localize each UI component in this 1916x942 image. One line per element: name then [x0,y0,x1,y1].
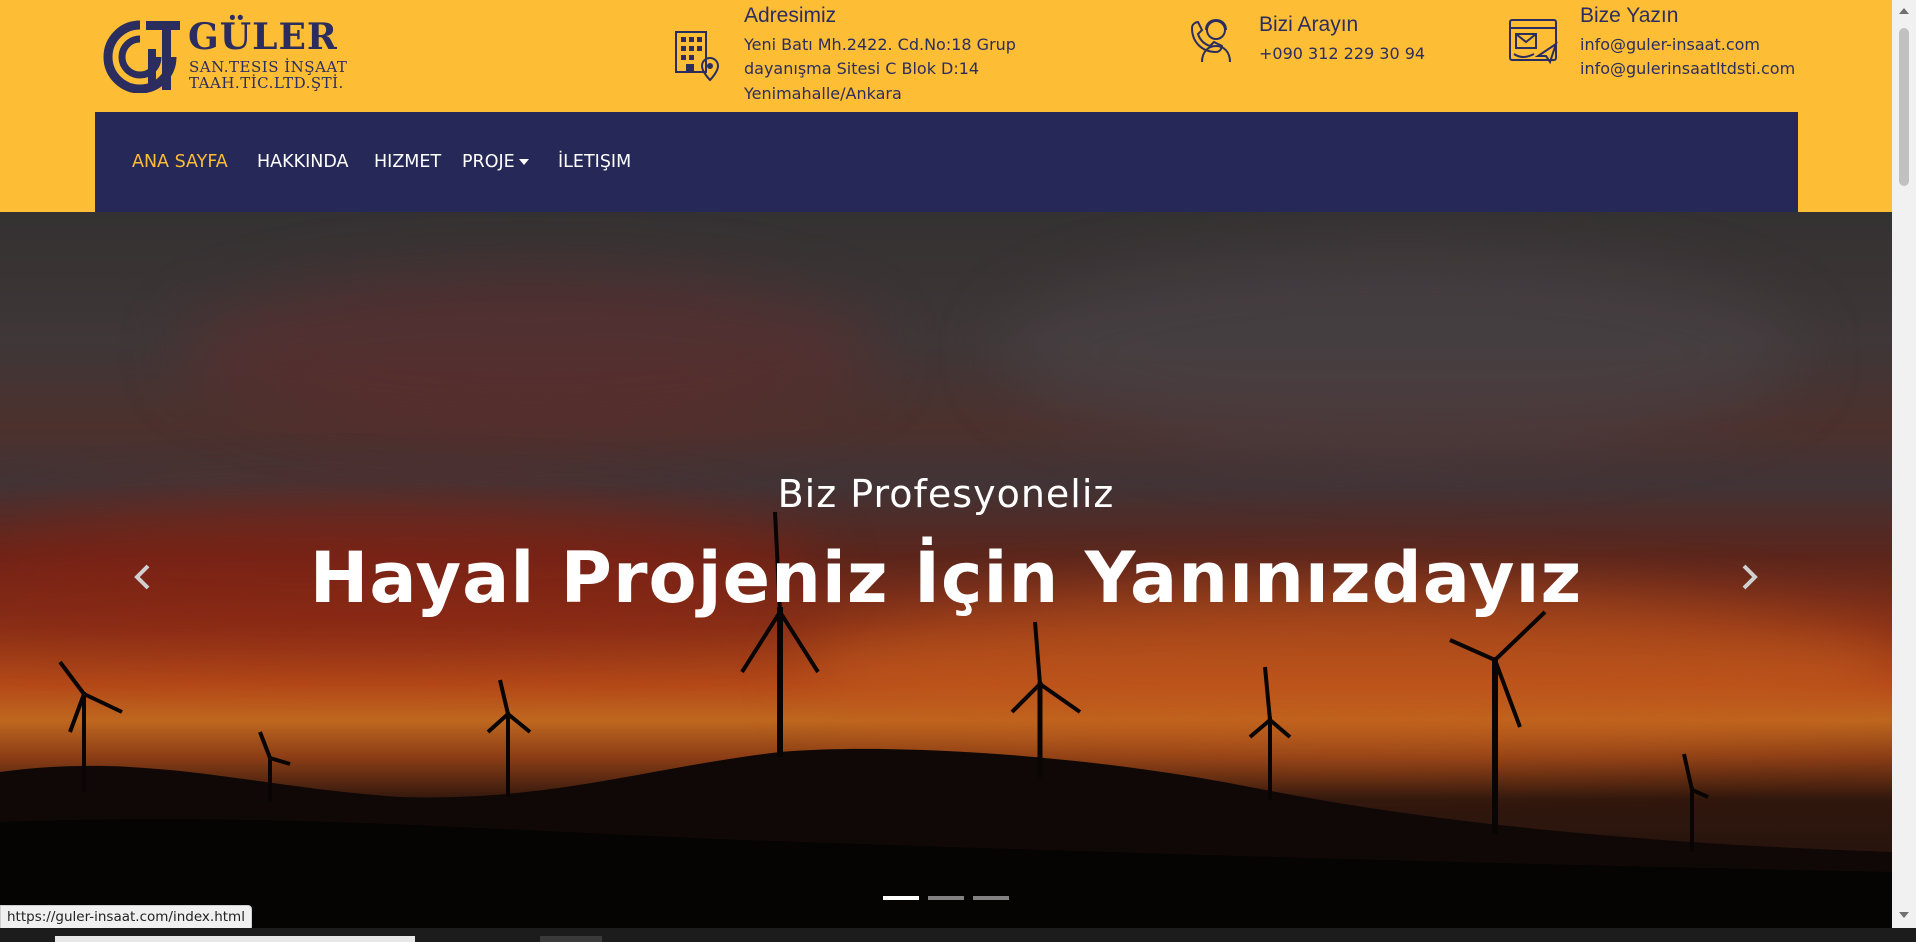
email-address-2[interactable]: info@gulerinsaatltdsti.com [1580,57,1795,81]
chevron-down-icon [518,159,529,165]
phone-title: Bizi Arayın [1259,13,1359,36]
page-scrollbar[interactable] [1892,0,1916,928]
address-line-1: Yeni Batı Mh.2422. Cd.No:18 Grup [744,35,1016,54]
email-send-icon [1509,19,1558,65]
address-title: Adresimiz [744,4,837,27]
address-line-3: Yenimahalle/Ankara [744,84,902,103]
address-line-2: dayanışma Sitesi C Blok D:14 [744,59,980,78]
scroll-up-icon[interactable] [1899,8,1909,14]
scroll-down-icon[interactable] [1899,912,1909,918]
taskbar-item[interactable] [55,936,415,942]
hero-subtitle: Biz Profesyoneliz [777,472,1115,516]
email-title: Bize Yazın [1580,4,1679,27]
building-location-icon [675,31,720,82]
nav-item-proje-label: PROJE [462,152,515,172]
nav-item-hizmet[interactable]: HIZMET [374,152,441,172]
nav-item-ana-sayfa[interactable]: ANA SAYFA [132,152,228,172]
logo-subtitle-line2: TAAH.TİC.LTD.ŞTİ. [189,74,344,92]
logo-mark-icon [103,20,180,93]
logo-subtitle-line1: SAN.TESIS İNŞAAT [189,58,348,76]
carousel-indicator-3[interactable] [973,896,1009,900]
scrollbar-thumb[interactable] [1899,28,1909,186]
company-logo[interactable]: GÜLER SAN.TESIS İNŞAAT TAAH.TİC.LTD.ŞTİ. [100,17,360,97]
support-agent-phone-icon [1190,18,1231,63]
nav-item-iletisim[interactable]: İLETIŞIM [558,152,631,172]
carousel-indicator-1[interactable] [883,896,919,900]
email-address-1[interactable]: info@guler-insaat.com [1580,33,1760,57]
taskbar-item[interactable] [540,936,602,942]
top-header: GÜLER SAN.TESIS İNŞAAT TAAH.TİC.LTD.ŞTİ.… [0,0,1892,212]
nav-item-proje[interactable]: PROJE [462,152,529,172]
phone-number[interactable]: +090 312 229 30 94 [1259,42,1425,66]
carousel-prev-icon[interactable] [122,552,162,602]
hero-title: Hayal Projeniz İçin Yanınızdayız [309,537,1583,619]
logo-name: GÜLER [188,16,338,58]
carousel-indicator-2[interactable] [928,896,964,900]
carousel-next-icon[interactable] [1730,552,1770,602]
main-navbar: ANA SAYFA HAKKINDA HIZMET PROJE İLETIŞIM [95,112,1798,212]
hero-carousel: Biz Profesyoneliz Hayal Projeniz İçin Ya… [0,212,1892,928]
logo-subtitle: SAN.TESIS İNŞAAT TAAH.TİC.LTD.ŞTİ. [189,59,347,91]
nav-item-hakkinda[interactable]: HAKKINDA [257,152,348,172]
